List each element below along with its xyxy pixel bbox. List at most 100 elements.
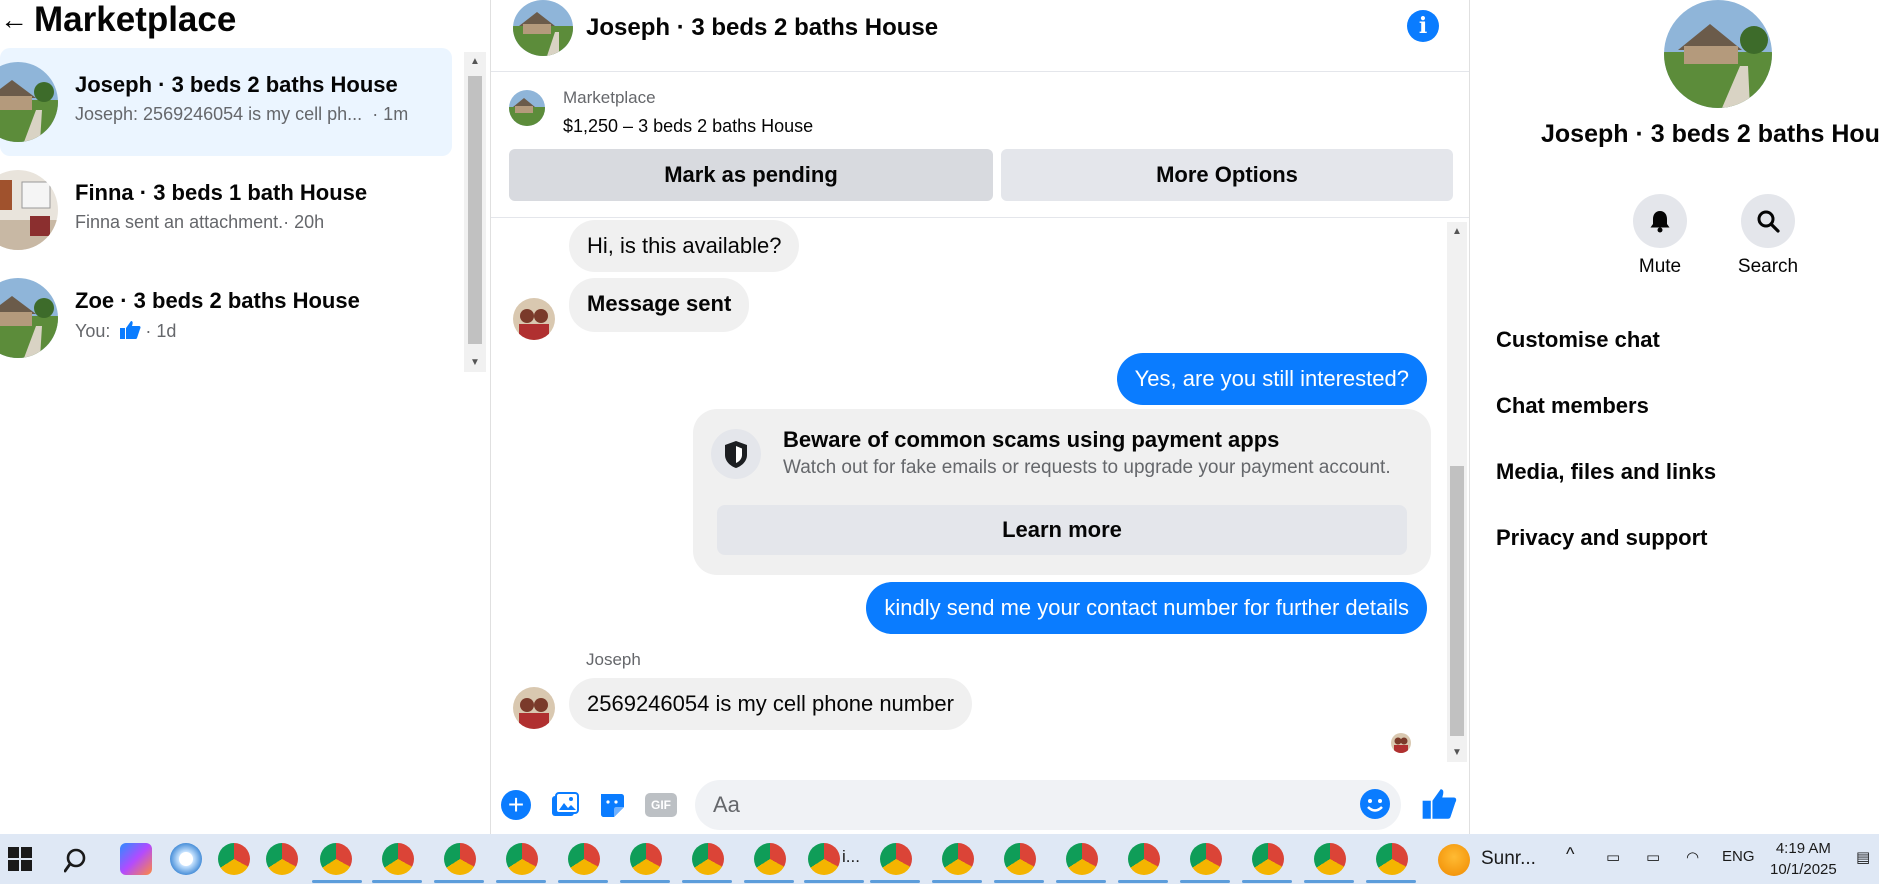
- taskbar-running-indicator: [620, 880, 670, 883]
- scroll-up-arrow-icon[interactable]: ▲: [470, 56, 480, 67]
- copilot-app-icon[interactable]: [120, 843, 152, 875]
- marketplace-listing-bar: Marketplace $1,250 – 3 beds 2 baths Hous…: [491, 74, 1469, 218]
- chrome-profile-icon[interactable]: [1004, 843, 1036, 875]
- conversation-name: Joseph · 3 beds 2 baths House: [75, 72, 398, 97]
- scam-warning-title: Beware of common scams using payment app…: [783, 427, 1280, 452]
- meet-now-icon[interactable]: ▭: [1606, 848, 1620, 866]
- sender-avatar[interactable]: [513, 687, 555, 729]
- chrome-profile-icon[interactable]: [880, 843, 912, 875]
- chrome-profile-icon[interactable]: [1066, 843, 1098, 875]
- scrollbar-thumb[interactable]: [468, 76, 482, 344]
- scroll-down-arrow-icon[interactable]: ▼: [1452, 747, 1462, 758]
- chrome-profile-icon[interactable]: [320, 843, 352, 875]
- chat-details-pane: Joseph · 3 beds 2 baths House Mute Searc…: [1471, 0, 1879, 834]
- weather-text[interactable]: Sunr...: [1481, 848, 1536, 870]
- plus-icon[interactable]: +: [501, 790, 531, 820]
- system-clock[interactable]: 4:19 AM 10/1/2025: [1770, 838, 1837, 880]
- learn-more-button[interactable]: Learn more: [717, 505, 1407, 555]
- conversation-preview: Joseph: 2569246054 is my cell ph... · 1m: [75, 104, 409, 124]
- chat-scrollbar[interactable]: ▲ ▼: [1447, 222, 1467, 762]
- scroll-down-arrow-icon[interactable]: ▼: [470, 357, 480, 368]
- snipping-tool-icon[interactable]: [170, 843, 202, 875]
- thumbs-up-icon: [120, 321, 141, 339]
- taskbar-running-indicator: [1056, 880, 1106, 883]
- wifi-icon[interactable]: ◠: [1686, 848, 1699, 866]
- taskbar-running-indicator: [1304, 880, 1354, 883]
- language-indicator[interactable]: ENG: [1722, 848, 1755, 865]
- listing-price-title[interactable]: $1,250 – 3 beds 2 baths House: [563, 116, 813, 137]
- chat-avatar[interactable]: [513, 0, 573, 56]
- taskbar-running-indicator: [870, 880, 920, 883]
- chrome-profile-icon[interactable]: [266, 843, 298, 875]
- sticker-icon[interactable]: [597, 790, 627, 820]
- notification-icon[interactable]: ▤: [1856, 848, 1870, 866]
- chrome-profile-icon[interactable]: [444, 843, 476, 875]
- chrome-profile-icon[interactable]: [1252, 843, 1284, 875]
- marketplace-label: Marketplace: [563, 88, 656, 107]
- chrome-profile-icon[interactable]: [1376, 843, 1408, 875]
- windows-taskbar: i... Sunr... ^ ▭ ▭ ◠ ENG 4:19 AM 10/1/20…: [0, 834, 1879, 884]
- search-button[interactable]: Search: [1718, 194, 1818, 278]
- bell-icon[interactable]: [1633, 194, 1687, 248]
- message-bubble-outgoing: Yes, are you still interested?: [1116, 353, 1427, 405]
- menu-media-files-links[interactable]: Media, files and links: [1496, 459, 1716, 485]
- chrome-profile-icon[interactable]: [692, 843, 724, 875]
- chrome-profile-icon[interactable]: [568, 843, 600, 875]
- gif-icon[interactable]: GIF: [645, 793, 677, 817]
- conversation-item-joseph[interactable]: Joseph · 3 beds 2 baths House Joseph: 25…: [0, 48, 452, 156]
- chrome-profile-icon[interactable]: [1128, 843, 1160, 875]
- conversation-item-zoe[interactable]: Zoe · 3 beds 2 baths House You: · 1d: [0, 264, 452, 372]
- conversation-preview: Finna sent an attachment.· 20h: [75, 212, 325, 232]
- conversation-name: Zoe · 3 beds 2 baths House: [75, 288, 360, 313]
- chrome-profile-icon[interactable]: [506, 843, 538, 875]
- chat-title[interactable]: Joseph · 3 beds 2 baths House: [586, 14, 938, 42]
- active-app-label[interactable]: i...: [842, 847, 860, 867]
- left-scrollbar[interactable]: ▲ ▼: [464, 52, 486, 372]
- taskbar-running-indicator: [682, 880, 732, 883]
- profile-avatar[interactable]: [1664, 0, 1772, 108]
- info-icon[interactable]: i: [1407, 10, 1439, 42]
- emoji-icon[interactable]: [1359, 788, 1391, 820]
- chrome-profile-icon[interactable]: [942, 843, 974, 875]
- listing-thumbnail[interactable]: [509, 90, 545, 126]
- thumbs-up-send-icon[interactable]: [1421, 786, 1457, 822]
- chrome-profile-icon[interactable]: [1190, 843, 1222, 875]
- mute-button[interactable]: Mute: [1610, 194, 1710, 278]
- scroll-up-arrow-icon[interactable]: ▲: [1452, 226, 1462, 237]
- weather-sun-icon[interactable]: [1438, 844, 1470, 876]
- conversation-name: Finna · 3 beds 1 bath House: [75, 180, 368, 205]
- windows-start-icon[interactable]: [8, 847, 32, 876]
- show-hidden-icons-chevron-icon[interactable]: ^: [1566, 844, 1574, 865]
- back-arrow-icon[interactable]: ←: [0, 4, 28, 36]
- menu-privacy-support[interactable]: Privacy and support: [1496, 525, 1708, 551]
- more-options-button[interactable]: More Options: [1001, 149, 1453, 201]
- mark-as-pending-button[interactable]: Mark as pending: [509, 149, 993, 201]
- seen-indicator-avatar: [1391, 733, 1411, 753]
- chrome-profile-icon-active[interactable]: [808, 843, 840, 875]
- chat-pane: Joseph · 3 beds 2 baths House i Marketpl…: [490, 0, 1470, 834]
- app-window: ← Marketplace Joseph · 3 beds 2 baths Ho…: [0, 0, 1879, 884]
- taskbar-running-indicator: [558, 880, 608, 883]
- clock-time: 4:19 AM: [1775, 840, 1831, 857]
- chrome-profile-icon[interactable]: [1314, 843, 1346, 875]
- chrome-profile-icon[interactable]: [630, 843, 662, 875]
- chrome-profile-icon[interactable]: [382, 843, 414, 875]
- search-icon[interactable]: [1741, 194, 1795, 248]
- chrome-app-icon[interactable]: [218, 843, 250, 875]
- battery-icon[interactable]: ▭: [1646, 848, 1660, 866]
- taskbar-running-indicator: [994, 880, 1044, 883]
- page-title: Marketplace: [34, 0, 237, 39]
- message-input[interactable]: [695, 780, 1401, 830]
- message-bubble-incoming: 2569246054 is my cell phone number: [569, 678, 972, 730]
- conversation-item-finna[interactable]: Finna · 3 beds 1 bath House Finna sent a…: [0, 156, 452, 264]
- message-bubble-outgoing: kindly send me your contact number for f…: [866, 582, 1427, 634]
- menu-customise-chat[interactable]: Customise chat: [1496, 327, 1660, 353]
- photo-icon[interactable]: [549, 790, 579, 820]
- sender-avatar[interactable]: [513, 298, 555, 340]
- house-thumbnail: [0, 62, 58, 142]
- chrome-profile-icon[interactable]: [754, 843, 786, 875]
- taskbar-running-indicator: [1366, 880, 1416, 883]
- scrollbar-thumb[interactable]: [1450, 466, 1464, 736]
- menu-chat-members[interactable]: Chat members: [1496, 393, 1649, 419]
- taskbar-search-icon[interactable]: [63, 846, 92, 879]
